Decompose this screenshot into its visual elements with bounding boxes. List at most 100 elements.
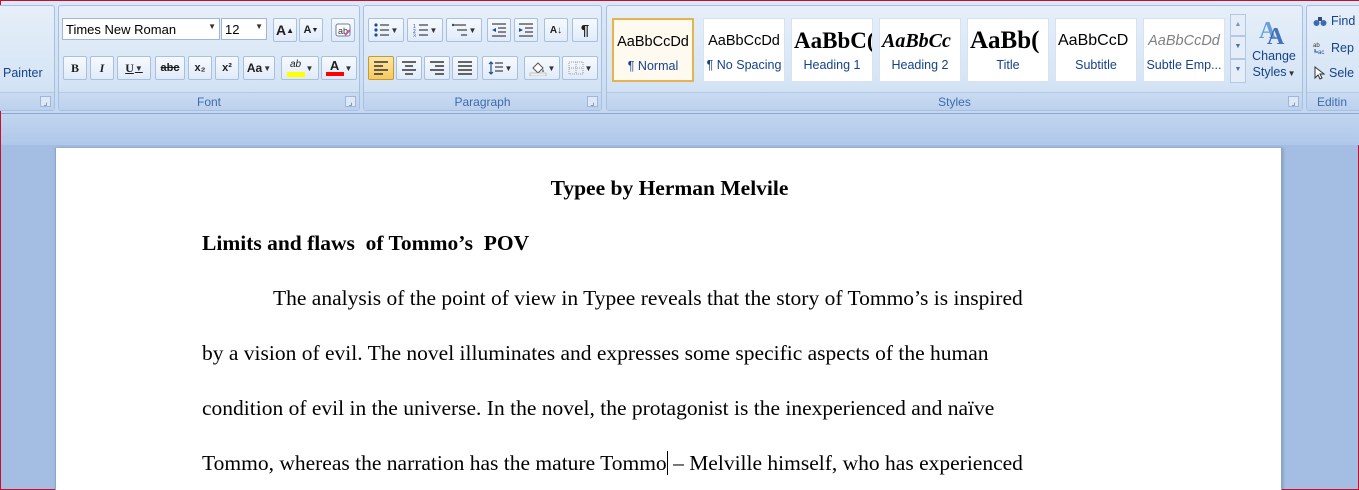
subscript-button[interactable]: x₂ — [188, 56, 212, 80]
select-button[interactable]: Sele — [1313, 64, 1354, 82]
body-text-after-caret: – Melville himself, who has experienced — [667, 451, 1023, 475]
bullets-button[interactable]: ▼ — [368, 18, 404, 42]
change-case-button[interactable]: Aa ▼ — [243, 56, 275, 80]
style-normal[interactable]: AaBbCcDd ¶ Normal — [612, 18, 694, 82]
shrink-font-button[interactable]: A ▼ — [299, 18, 323, 42]
style-name: ¶ Normal — [627, 59, 679, 73]
gallery-scroll-up[interactable]: ▲ — [1230, 14, 1246, 36]
chevron-down-icon[interactable]: ▼ — [135, 64, 143, 73]
align-left-icon — [374, 61, 388, 75]
cursor-arrow-icon — [1314, 66, 1325, 80]
border-icon — [568, 61, 584, 75]
font-color-bar — [325, 72, 344, 76]
styles-group-label: Styles — [607, 92, 1302, 110]
style-title[interactable]: AaBb( Title — [967, 18, 1049, 82]
numbering-icon: 123 — [413, 24, 428, 37]
body-line: condition of evil in the universe. In th… — [202, 396, 995, 420]
paragraph-group: ▼ 1 2 3 ▼ ▼ A↓ ¶ ▼ ▼ ▼ Paragraph ⌟ — [363, 5, 602, 111]
bold-icon: B — [70, 60, 79, 75]
align-right-button[interactable] — [424, 56, 450, 80]
font-face-value: Times New Roman — [66, 21, 177, 37]
gallery-more[interactable]: ▼ — [1230, 59, 1246, 83]
strikethrough-button[interactable]: abc — [155, 56, 185, 80]
align-center-icon — [402, 61, 416, 75]
style-name: Title — [996, 58, 1020, 72]
svg-text:ab: ab — [1313, 43, 1320, 49]
document-background — [1, 114, 1359, 145]
sort-icon: A↓ — [549, 24, 563, 36]
editing-group: Find ab ac Rep Sele Editin — [1306, 5, 1359, 111]
chevron-down-icon[interactable]: ▼ — [430, 26, 438, 35]
chevron-down-icon[interactable]: ▼ — [345, 64, 353, 73]
increase-indent-button[interactable] — [514, 18, 538, 42]
editing-group-label: Editin — [1307, 92, 1359, 110]
numbering-button[interactable]: 1 2 3 ▼ — [407, 18, 443, 42]
paragraph-dialog-launcher[interactable]: ⌟ — [587, 96, 598, 107]
format-painter-button[interactable]: Painter — [2, 63, 52, 83]
chevron-down-icon[interactable]: ▼ — [208, 22, 216, 31]
underline-button[interactable]: U ▼ — [117, 56, 151, 80]
font-dialog-launcher[interactable]: ⌟ — [345, 96, 356, 107]
justify-button[interactable] — [452, 56, 478, 80]
change-styles-label-1: Change — [1252, 49, 1296, 63]
decrease-indent-icon — [492, 23, 506, 37]
styles-dialog-launcher[interactable]: ⌟ — [1288, 96, 1299, 107]
grow-font-button[interactable]: A ▲ — [273, 18, 297, 42]
style-subtle-emphasis[interactable]: AaBbCcDd Subtle Emp... — [1143, 18, 1225, 82]
show-hide-marks-button[interactable]: ¶ — [572, 18, 598, 42]
chevron-down-icon[interactable]: ▼ — [391, 26, 399, 35]
align-center-button[interactable] — [396, 56, 422, 80]
body-line: by a vision of evil. The novel illuminat… — [202, 341, 989, 365]
sort-button[interactable]: A↓ — [544, 18, 568, 42]
font-color-button[interactable]: A ▼ — [321, 56, 357, 80]
chevron-down-icon[interactable]: ▼ — [585, 64, 593, 73]
chevron-down-icon[interactable]: ▼ — [255, 22, 263, 31]
shading-button[interactable]: ▼ — [524, 56, 560, 80]
italic-button[interactable]: I — [90, 56, 114, 80]
style-subtitle[interactable]: AaBbCcD Subtitle — [1055, 18, 1137, 82]
gallery-scroll-down[interactable]: ▼ — [1230, 36, 1246, 59]
font-face-combo[interactable]: Times New Roman ▼ — [62, 18, 220, 40]
body-line: The analysis of the point of view in Typ… — [273, 286, 1023, 310]
replace-button[interactable]: ab ac Rep — [1313, 39, 1354, 57]
bold-button[interactable]: B — [63, 56, 87, 80]
multilevel-list-button[interactable]: ▼ — [446, 18, 482, 42]
clear-formatting-button[interactable]: ab — [331, 18, 355, 42]
font-group-label: Font — [59, 92, 359, 110]
style-heading-2[interactable]: AaBbCc Heading 2 — [879, 18, 961, 82]
line-spacing-button[interactable]: ▼ — [482, 56, 518, 80]
style-name: Heading 2 — [891, 58, 949, 72]
chevron-down-icon[interactable]: ▼ — [505, 64, 513, 73]
font-size-combo[interactable]: 12 ▼ — [221, 18, 267, 40]
decrease-indent-button[interactable] — [487, 18, 511, 42]
style-heading-1[interactable]: AaBbC( Heading 1 — [791, 18, 873, 82]
find-button[interactable]: Find — [1313, 12, 1355, 30]
format-painter-label: Painter — [3, 66, 43, 80]
replace-icon: abac — [1313, 43, 1324, 55]
change-styles-label-2: Styles▼ — [1249, 64, 1299, 82]
styles-group: AaBbCcDd ¶ Normal AaBbCcDd ¶ No Spacing … — [606, 5, 1303, 111]
chevron-down-icon[interactable]: ▼ — [548, 64, 556, 73]
style-preview: AaBbCc — [882, 30, 951, 52]
bullets-icon — [373, 23, 389, 37]
highlight-button[interactable]: ab ▼ — [281, 56, 319, 80]
change-styles-button[interactable]: A A Change Styles▼ — [1249, 12, 1299, 90]
chevron-down-icon[interactable]: ▼ — [306, 64, 314, 73]
clipboard-dialog-launcher[interactable]: ⌟ — [40, 96, 51, 107]
chevron-down-icon[interactable]: ▼ — [263, 64, 271, 73]
clipboard-group: Painter ⌟ — [0, 5, 55, 111]
replace-label: Rep — [1331, 41, 1354, 55]
multilevel-list-icon — [451, 23, 467, 36]
superscript-button[interactable]: x² — [215, 56, 239, 80]
style-preview: AaBb( — [970, 27, 1040, 54]
style-no-spacing[interactable]: AaBbCcDd ¶ No Spacing — [703, 18, 785, 82]
clear-formatting-icon: ab — [335, 23, 351, 37]
paint-bucket-icon — [529, 62, 546, 76]
change-case-icon: Aa — [246, 61, 263, 75]
chevron-down-icon[interactable]: ▼ — [469, 26, 477, 35]
document-page[interactable]: Typee by Herman Melvile Limits and flaws… — [55, 148, 1282, 490]
align-left-button[interactable] — [368, 56, 394, 80]
borders-button[interactable]: ▼ — [562, 56, 598, 80]
highlight-icon: ab — [286, 59, 305, 77]
change-styles-label-text: Styles — [1252, 65, 1287, 79]
